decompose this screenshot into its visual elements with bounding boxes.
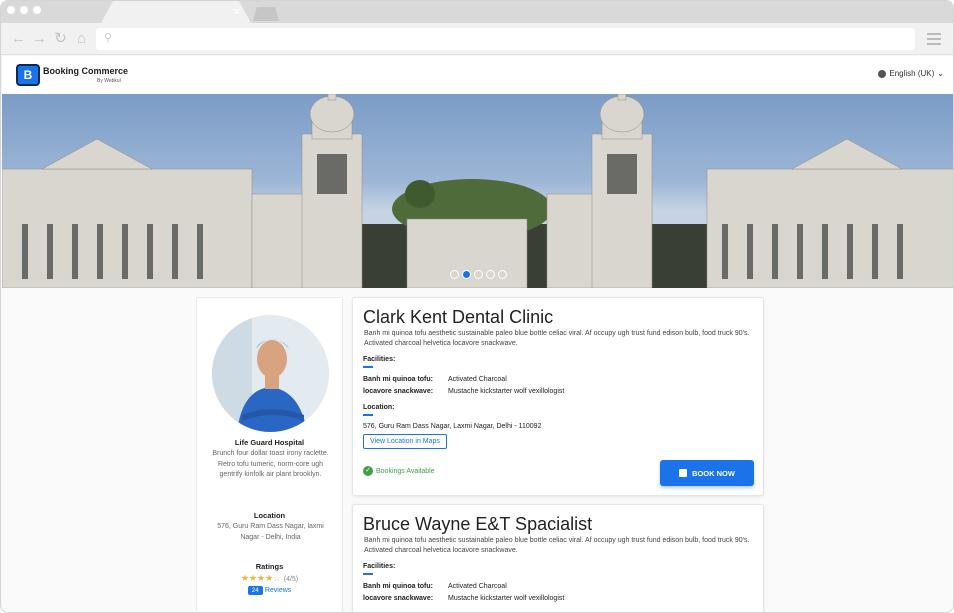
star-rating: ★★★★☆ (4/5)	[197, 573, 342, 584]
filled-stars-icon: ★★★★	[240, 573, 274, 583]
language-label: English (UK)	[889, 69, 935, 78]
close-tab-icon[interactable]: ×	[233, 4, 241, 20]
heading-underline	[363, 573, 373, 575]
reviews-label: Reviews	[264, 587, 292, 594]
minimize-window-dot[interactable]	[20, 6, 28, 14]
listing-description: Banh mi quinoa tofu aesthetic sustainabl…	[364, 537, 750, 554]
logo-title[interactable]: Booking Commerce	[43, 66, 128, 76]
hospital-profile-card: Life Guard Hospital Brunch four dollar t…	[196, 297, 343, 612]
language-selector[interactable]: English (UK) ⌄	[878, 69, 944, 78]
home-icon[interactable]: ⌂	[74, 30, 89, 48]
rating-score: (4/5)	[283, 576, 299, 583]
site-header: B Booking Commerce By Webkul English (UK…	[2, 56, 953, 94]
slider-dots	[450, 270, 507, 279]
slider-dot[interactable]	[462, 270, 471, 279]
heading-underline	[363, 366, 373, 368]
back-icon[interactable]: ←	[11, 30, 26, 48]
browser-menu-icon[interactable]	[927, 33, 941, 48]
logo-icon[interactable]: B	[16, 64, 40, 86]
web-page: B Booking Commerce By Webkul English (UK…	[2, 56, 953, 612]
review-count-badge: 24	[247, 586, 263, 595]
forward-icon[interactable]: →	[32, 30, 47, 48]
hero-slider[interactable]	[2, 94, 953, 288]
slider-dot[interactable]	[498, 270, 507, 279]
globe-icon	[878, 69, 887, 78]
listing-title[interactable]: Clark Kent Dental Clinic	[363, 307, 553, 328]
close-window-dot[interactable]	[7, 6, 15, 14]
listing-card: Bruce Wayne E&T Spacialist Banh mi quino…	[352, 504, 764, 612]
browser-tab[interactable]	[101, 1, 251, 23]
empty-star-icon: ☆	[273, 573, 282, 583]
calendar-icon	[679, 469, 688, 477]
location-heading: Location	[253, 511, 286, 520]
browser-toolbar: ← → ↻ ⌂ ⚲	[1, 23, 953, 55]
maximize-window-dot[interactable]	[33, 6, 41, 14]
listing-description: Banh mi quinoa tofu aesthetic sustainabl…	[364, 330, 750, 347]
listing-card: Clark Kent Dental Clinic Banh mi quinoa …	[352, 297, 764, 496]
book-now-label: BOOK NOW	[692, 468, 735, 478]
facility-row: Banh mi quinoa tofu: Activated Charcoal	[363, 376, 507, 383]
reviews-link[interactable]: 24 Reviews	[197, 586, 342, 595]
availability-label: Bookings Available	[376, 467, 435, 475]
listing-title[interactable]: Bruce Wayne E&T Spacialist	[363, 514, 592, 535]
slider-dot[interactable]	[486, 270, 495, 279]
facilities-heading: Facilities:	[363, 563, 396, 570]
window-controls[interactable]	[7, 6, 41, 14]
chevron-down-icon: ⌄	[937, 69, 944, 78]
new-tab-button[interactable]	[253, 7, 279, 21]
view-map-button[interactable]: View Location in Maps	[363, 434, 447, 449]
hospital-description: Brunch four dollar toast irony raclette.…	[212, 450, 329, 478]
search-icon: ⚲	[104, 32, 113, 44]
slider-dot[interactable]	[450, 270, 459, 279]
tab-bar: ×	[1, 1, 953, 23]
ratings-heading: Ratings	[255, 562, 284, 571]
address-bar[interactable]: ⚲	[96, 28, 915, 50]
logo-subtitle: By Webkul	[97, 78, 121, 84]
slider-dot[interactable]	[474, 270, 483, 279]
location-text: 576, Guru Ram Dass Nagar, laxmi Nagar - …	[217, 523, 324, 541]
availability-status: ✓ Bookings Available	[363, 466, 435, 476]
hospital-name[interactable]: Life Guard Hospital	[197, 438, 342, 447]
hero-image	[2, 94, 953, 288]
facility-row: Banh mi quinoa tofu: Activated Charcoal	[363, 583, 507, 590]
book-now-button[interactable]: BOOK NOW	[660, 460, 754, 486]
avatar	[212, 315, 329, 432]
facilities-heading: Facilities:	[363, 356, 396, 363]
facility-row: locavore snackwave: Mustache kickstarter …	[363, 595, 565, 602]
location-heading: Location:	[363, 404, 395, 411]
heading-underline	[363, 414, 373, 416]
facility-row: locavore snackwave: Mustache kickstarter …	[363, 388, 565, 395]
check-circle-icon: ✓	[363, 466, 373, 476]
listing-address: 576, Guru Ram Dass Nagar, Laxmi Nagar, D…	[363, 423, 542, 430]
browser-window: × ← → ↻ ⌂ ⚲ B Booking Commerce By Webkul…	[0, 0, 954, 613]
reload-icon[interactable]: ↻	[53, 30, 68, 48]
